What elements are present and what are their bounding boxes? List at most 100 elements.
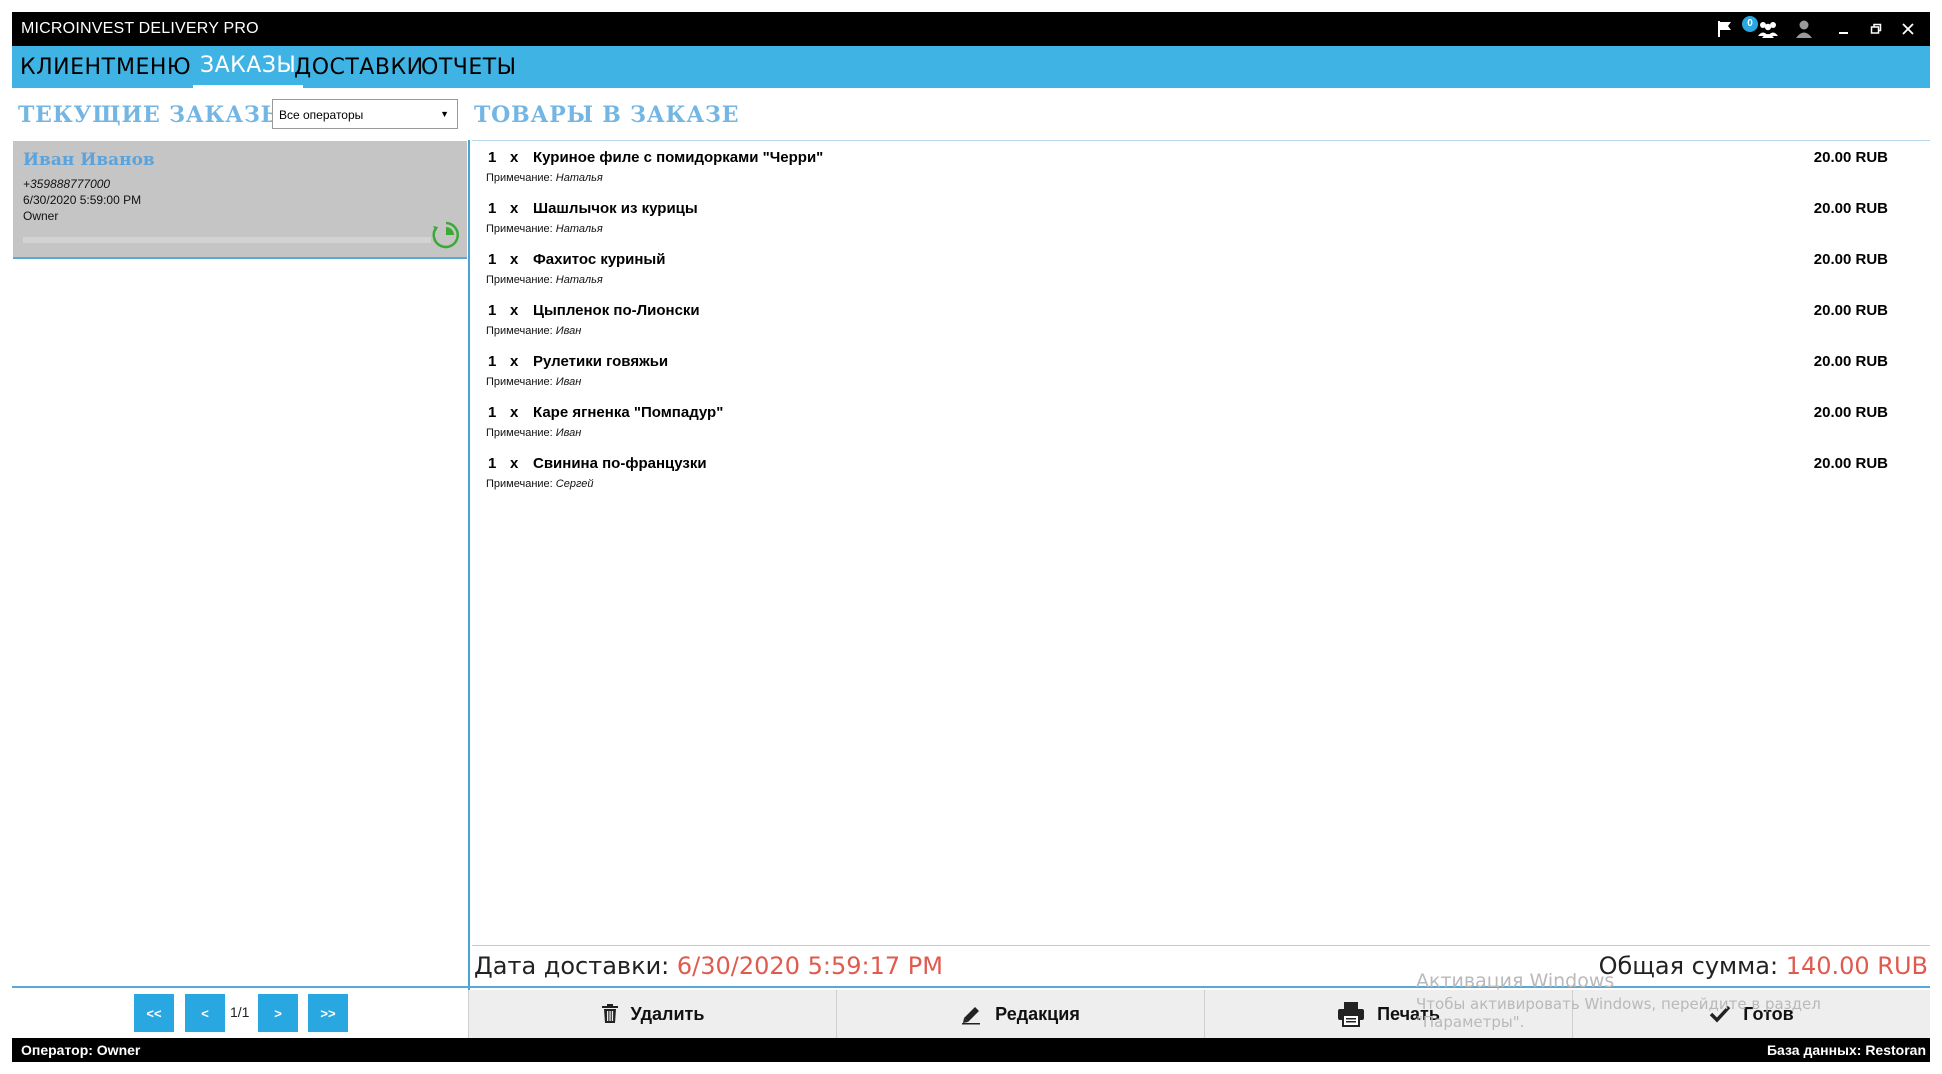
user-icon[interactable] [1789,16,1819,42]
item-multiplier: x [510,251,519,268]
item-price: 20.00 RUB [1813,149,1888,166]
menu-item-deliveries[interactable]: ДОСТАВКИ [287,46,431,88]
item-qty: 1 [488,302,497,319]
menu-item-menu[interactable]: МЕНЮ [109,46,198,88]
item-qty: 1 [488,200,497,217]
restore-icon[interactable] [1861,16,1891,42]
panel-divider [468,140,470,1002]
order-items-title: ТОВАРЫ В ЗАКАЗЕ [474,102,740,128]
order-datetime: 6/30/2020 5:59:00 PM [23,193,142,207]
item-name: Шашлычок из курицы [533,200,698,217]
item-multiplier: x [510,200,519,217]
order-operator: Owner [23,209,59,223]
items-bottom-divider [472,945,1930,946]
item-multiplier: x [510,353,519,370]
item-note: Примечание: Наталья [486,172,603,184]
close-icon[interactable] [1893,16,1923,42]
item-note: Примечание: Сергей [486,478,594,490]
item-multiplier: x [510,404,519,421]
note-label: Примечание: [486,478,553,490]
item-name: Цыпленок по-Лионски [533,302,700,319]
item-price: 20.00 RUB [1813,302,1888,319]
menu-item-client[interactable]: КЛИЕНТ [13,46,123,88]
delete-label: Удалить [630,1003,705,1024]
total-value: 140.00 RUB [1785,952,1928,980]
list-item[interactable]: 1 x Рулетики говяжьи 20.00 RUB Примечани… [472,346,1930,397]
next-page-button[interactable]: > [258,994,298,1032]
item-price: 20.00 RUB [1813,200,1888,217]
first-page-button[interactable]: << [134,994,174,1032]
note-value: Сергей [555,478,594,490]
note-value: Иван [555,376,582,388]
item-note: Примечание: Иван [486,427,581,439]
activation-watermark-title: Активация Windows [1416,970,1615,992]
note-label: Примечание: [486,223,553,235]
item-note: Примечание: Иван [486,376,581,388]
item-note: Примечание: Наталья [486,223,603,235]
app-window: MICROINVEST DELIVERY PRO 0 КЛИЕНТ МЕНЮ З… [12,12,1930,1062]
item-name: Свинина по-французки [533,455,707,472]
note-value: Наталья [555,172,603,184]
order-customer-name: Иван Иванов [23,150,155,170]
delete-button[interactable]: Удалить [468,990,836,1038]
item-note: Примечание: Иван [486,325,581,337]
operator-filter-select[interactable]: Все операторы ▼ [272,99,458,129]
status-database: База данных: Restoran [1766,1042,1926,1058]
total-label: Общая сумма: [1598,952,1779,980]
item-name: Рулетики говяжьи [533,353,669,370]
page-info: 1/1 [230,1004,250,1020]
status-operator: Оператор: Owner [21,1042,141,1058]
note-value: Наталья [555,223,603,235]
main-menu: КЛИЕНТ МЕНЮ ЗАКАЗЫ ДОСТАВКИ ОТЧЕТЫ [12,46,1930,88]
dropdown-arrow-icon: ▼ [440,109,449,119]
last-page-button[interactable]: >> [308,994,348,1032]
list-item[interactable]: 1 x Каре ягненка "Помпадур" 20.00 RUB Пр… [472,397,1930,448]
order-card[interactable]: Иван Иванов +359888777000 6/30/2020 5:59… [13,141,467,259]
users-icon[interactable] [1753,16,1783,42]
menu-item-reports[interactable]: ОТЧЕТЫ [414,46,524,88]
items-top-divider [472,140,1930,141]
window-title: MICROINVEST DELIVERY PRO [21,20,259,37]
current-orders-title: ТЕКУЩИЕ ЗАКАЗЫ [18,102,288,128]
note-label: Примечание: [486,274,553,286]
minimize-icon[interactable] [1829,16,1859,42]
item-price: 20.00 RUB [1813,404,1888,421]
list-item[interactable]: 1 x Цыпленок по-Лионски 20.00 RUB Примеч… [472,295,1930,346]
prev-page-button[interactable]: < [185,994,225,1032]
item-multiplier: x [510,149,519,166]
item-multiplier: x [510,455,519,472]
footer-divider [12,986,1930,988]
order-total: Общая сумма: 140.00 RUB [1599,952,1928,980]
order-progress-bar [23,237,431,243]
item-multiplier: x [510,302,519,319]
item-qty: 1 [488,455,497,472]
delivery-value: 6/30/2020 5:59:17 PM [676,952,943,980]
edit-button[interactable]: Редакция [836,990,1204,1038]
list-item[interactable]: 1 x Шашлычок из курицы 20.00 RUB Примеча… [472,193,1930,244]
list-item[interactable]: 1 x Фахитос куриный 20.00 RUB Примечание… [472,244,1930,295]
edit-label: Редакция [995,1003,1080,1024]
list-item[interactable]: 1 x Куриное филе с помидорками "Черри" 2… [472,142,1930,193]
trash-icon [601,1004,618,1023]
item-price: 20.00 RUB [1813,455,1888,472]
item-price: 20.00 RUB [1813,353,1888,370]
timer-icon [431,220,461,250]
note-value: Иван [555,325,582,337]
item-qty: 1 [488,404,497,421]
item-name: Куриное филе с помидорками "Черри" [533,149,824,166]
flag-icon[interactable] [1710,16,1740,42]
pencil-icon [962,1007,981,1025]
order-phone: +359888777000 [23,177,111,191]
status-bar: Оператор: Owner База данных: Restoran [12,1038,1930,1062]
printer-icon [1338,1002,1365,1027]
note-value: Наталья [555,274,603,286]
note-label: Примечание: [486,376,553,388]
list-item[interactable]: 1 x Свинина по-французки 20.00 RUB Приме… [472,448,1930,499]
delivery-date: Дата доставки: 6/30/2020 5:59:17 PM [474,952,943,980]
activation-watermark-text: Чтобы активировать Windows, перейдите в … [1416,995,1821,1031]
operator-filter-value: Все операторы [279,108,364,122]
note-label: Примечание: [486,325,553,337]
item-price: 20.00 RUB [1813,251,1888,268]
note-value: Иван [555,427,582,439]
title-bar: MICROINVEST DELIVERY PRO 0 [12,12,1930,46]
